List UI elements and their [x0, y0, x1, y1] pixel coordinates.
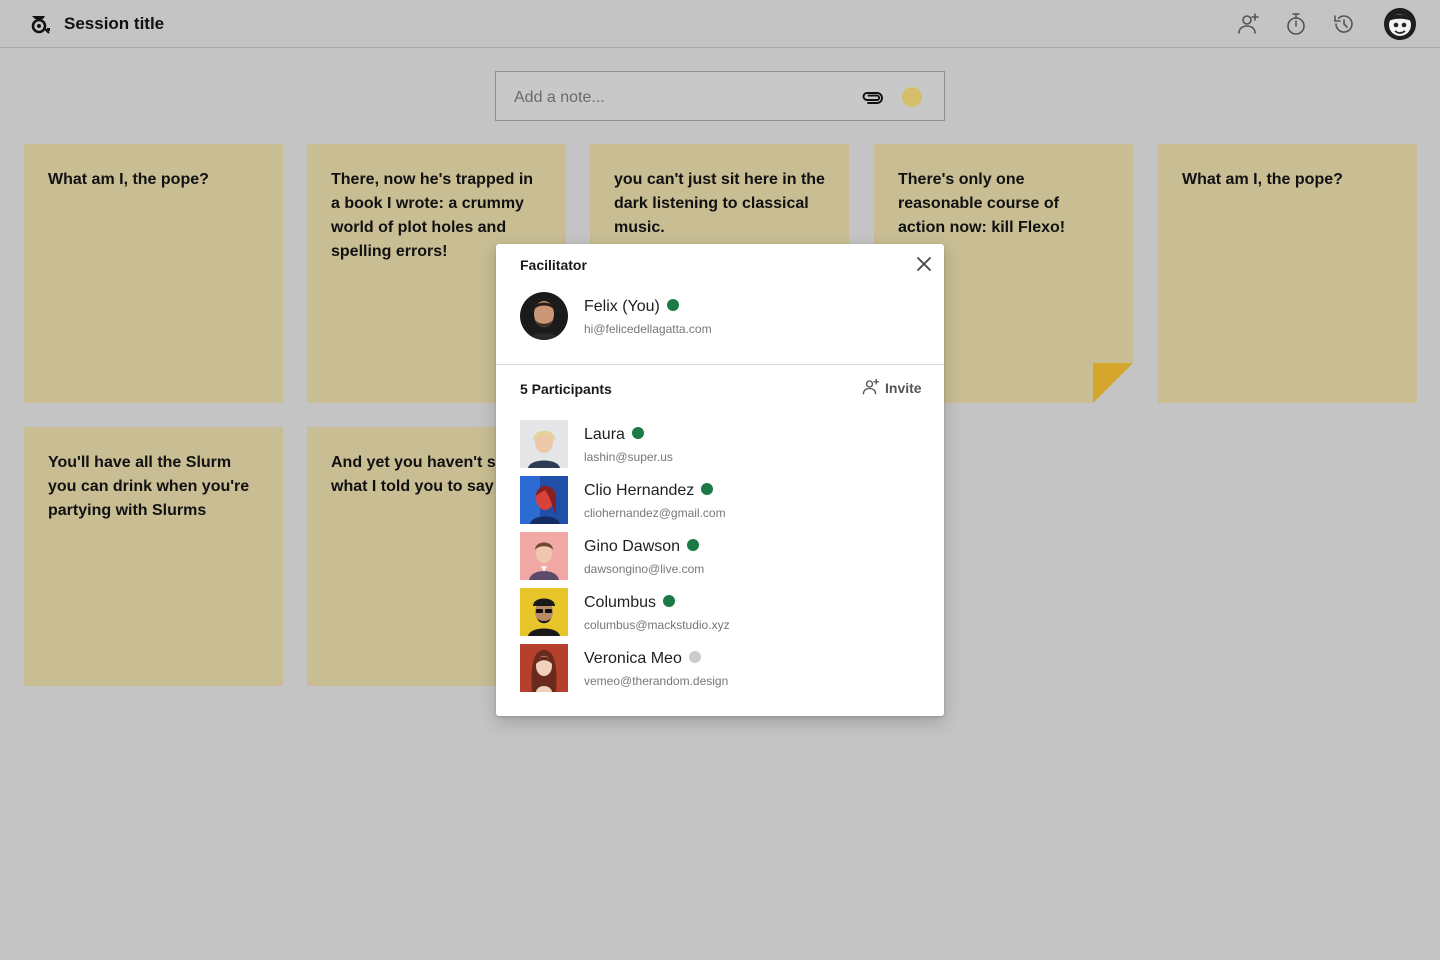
- participant-row[interactable]: Laura lashin@super.us: [520, 420, 920, 468]
- participant-email: lashin@super.us: [584, 450, 673, 464]
- sticky-note[interactable]: What am I, the pope?: [1158, 144, 1417, 403]
- timer-icon[interactable]: [1284, 12, 1308, 36]
- participant-name: Clio Hernandez: [584, 482, 714, 500]
- user-avatar[interactable]: [1384, 8, 1416, 40]
- participant-name: Laura: [584, 426, 644, 444]
- facilitator-email: hi@felicedellagatta.com: [584, 322, 712, 336]
- sticky-note-text: What am I, the pope?: [1182, 171, 1343, 188]
- history-icon[interactable]: [1332, 12, 1356, 36]
- note-corner-fold-icon[interactable]: [1093, 363, 1133, 403]
- top-bar: Session title: [0, 0, 1440, 48]
- add-participant-icon[interactable]: [1236, 12, 1260, 36]
- participant-avatar: [520, 588, 568, 636]
- participant-name-text: Clio Hernandez: [584, 482, 695, 499]
- paperclip-icon[interactable]: [861, 86, 883, 108]
- participant-avatar: [520, 644, 568, 692]
- participants-heading: 5 Participants: [520, 381, 612, 397]
- online-status-dot: [631, 427, 644, 439]
- invite-label: Invite: [885, 380, 922, 396]
- participant-name-text: Gino Dawson: [584, 538, 681, 555]
- participant-email: dawsongino@live.com: [584, 562, 705, 576]
- facilitator-name: Felix (You): [584, 298, 679, 316]
- participant-name: Columbus: [584, 594, 676, 612]
- participant-name-text: Veronica Meo: [584, 650, 682, 667]
- participant-row[interactable]: Gino Dawson dawsongino@live.com: [520, 532, 920, 580]
- facilitator-row: Felix (You) hi@felicedellagatta.com: [520, 292, 920, 340]
- participant-avatar: [520, 532, 568, 580]
- add-note-input[interactable]: [512, 85, 846, 111]
- divider: [496, 364, 944, 365]
- sticky-note-text: you can't just sit here in the dark list…: [614, 171, 825, 236]
- participant-email: cliohernandez@gmail.com: [584, 506, 726, 520]
- participant-avatar: [520, 476, 568, 524]
- facilitator-avatar: [520, 292, 568, 340]
- participant-name-text: Laura: [584, 426, 625, 443]
- participant-row[interactable]: Clio Hernandez cliohernandez@gmail.com: [520, 476, 920, 524]
- participant-name: Gino Dawson: [584, 538, 700, 556]
- app-logo-icon[interactable]: [29, 13, 51, 35]
- sticky-note-text: There's only one reasonable course of ac…: [898, 171, 1066, 236]
- note-color-picker[interactable]: [902, 87, 922, 107]
- facilitator-name-text: Felix (You): [584, 298, 660, 315]
- participant-name: Veronica Meo: [584, 650, 701, 668]
- sticky-note-text: What am I, the pope?: [48, 171, 209, 188]
- participant-email: columbus@mackstudio.xyz: [584, 618, 730, 632]
- sticky-note[interactable]: You'll have all the Slurm you can drink …: [24, 427, 283, 686]
- online-status-dot: [663, 595, 676, 607]
- online-status-dot: [687, 539, 700, 551]
- participant-email: vemeo@therandom.design: [584, 674, 729, 688]
- participant-name-text: Columbus: [584, 594, 657, 611]
- participant-row[interactable]: Columbus columbus@mackstudio.xyz: [520, 588, 920, 636]
- participant-row[interactable]: Veronica Meo vemeo@therandom.design: [520, 644, 920, 692]
- online-status-dot: [701, 483, 714, 495]
- add-note-bar: [495, 71, 945, 121]
- add-participant-icon: [862, 378, 880, 395]
- session-title[interactable]: Session title: [64, 14, 164, 34]
- sticky-note-text: You'll have all the Slurm you can drink …: [48, 454, 250, 519]
- online-status-dot: [666, 299, 679, 311]
- sticky-note[interactable]: What am I, the pope?: [24, 144, 283, 403]
- participants-popup: Facilitator Felix (You) hi@felicedellaga…: [496, 244, 944, 716]
- facilitator-heading: Facilitator: [520, 257, 587, 273]
- close-icon[interactable]: [914, 254, 934, 274]
- offline-status-dot: [688, 651, 701, 663]
- participant-avatar: [520, 420, 568, 468]
